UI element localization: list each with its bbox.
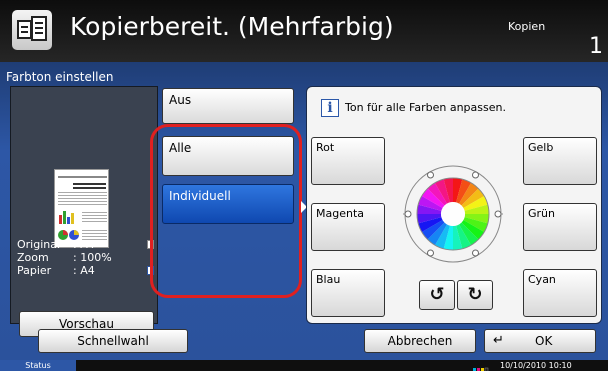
ok-label: OK (535, 334, 553, 348)
zoom-label: Zoom (17, 251, 49, 264)
panel-title: Farbton einstellen (6, 70, 114, 84)
magenta-button[interactable]: Magenta (311, 203, 385, 251)
bottom-bar: Schnellwahl Abbrechen ↵ OK (0, 324, 608, 360)
enter-icon: ↵ (493, 333, 504, 348)
copy-count: 1 (589, 34, 603, 59)
color-adjust-panel: i Ton für alle Farben anpassen. Rot Gelb… (306, 86, 602, 324)
quick-setup-button[interactable]: Schnellwahl (38, 329, 188, 353)
ok-button[interactable]: ↵ OK (484, 329, 596, 353)
red-button[interactable]: Rot (311, 137, 385, 185)
cyan-button[interactable]: Cyan (523, 269, 597, 317)
document-thumbnail (54, 169, 109, 248)
status-bar: Status 10/10/2010 10:10 (0, 360, 608, 371)
copy-mode-label: Kopien (508, 20, 546, 33)
copy-mode-icon (12, 10, 52, 50)
rotate-clockwise-button[interactable]: ↻ (457, 280, 493, 310)
yellow-button[interactable]: Gelb (523, 137, 597, 185)
option-off-button[interactable]: Aus (162, 88, 294, 124)
rotate-counterclockwise-button[interactable]: ↺ (419, 280, 455, 310)
info-icon: i (321, 99, 339, 117)
zoom-row: Zoom : 100% (17, 251, 112, 264)
color-wheel-icon (391, 164, 515, 264)
paper-row: Papier : A4 (17, 264, 95, 277)
header-bar: Kopierbereit. (Mehrfarbig) Kopien 1 (0, 0, 608, 62)
toner-level-icon (472, 361, 492, 371)
blue-button[interactable]: Blau (311, 269, 385, 317)
original-value: : A4 (73, 238, 95, 251)
panel-hint-text: Ton für alle Farben anpassen. (345, 101, 506, 114)
status-button[interactable]: Status (0, 360, 76, 371)
main-panel: Farbton einstellen Original: A4 Zoom: … (0, 62, 608, 360)
page-title: Kopierbereit. (Mehrfarbig) (70, 12, 394, 41)
paper-label: Papier (17, 264, 52, 277)
selection-highlight (150, 124, 302, 298)
original-size-row: Original : A4 (17, 238, 95, 251)
preview-area: Original : A4 Zoom : 100% Papier : A4 Vo… (10, 86, 158, 337)
zoom-value: : 100% (73, 251, 112, 264)
original-label: Original (17, 238, 61, 251)
paper-value: : A4 (73, 264, 95, 277)
green-button[interactable]: Grün (523, 203, 597, 251)
cancel-button[interactable]: Abbrechen (364, 329, 476, 353)
datetime-display: 10/10/2010 10:10 (500, 361, 572, 370)
